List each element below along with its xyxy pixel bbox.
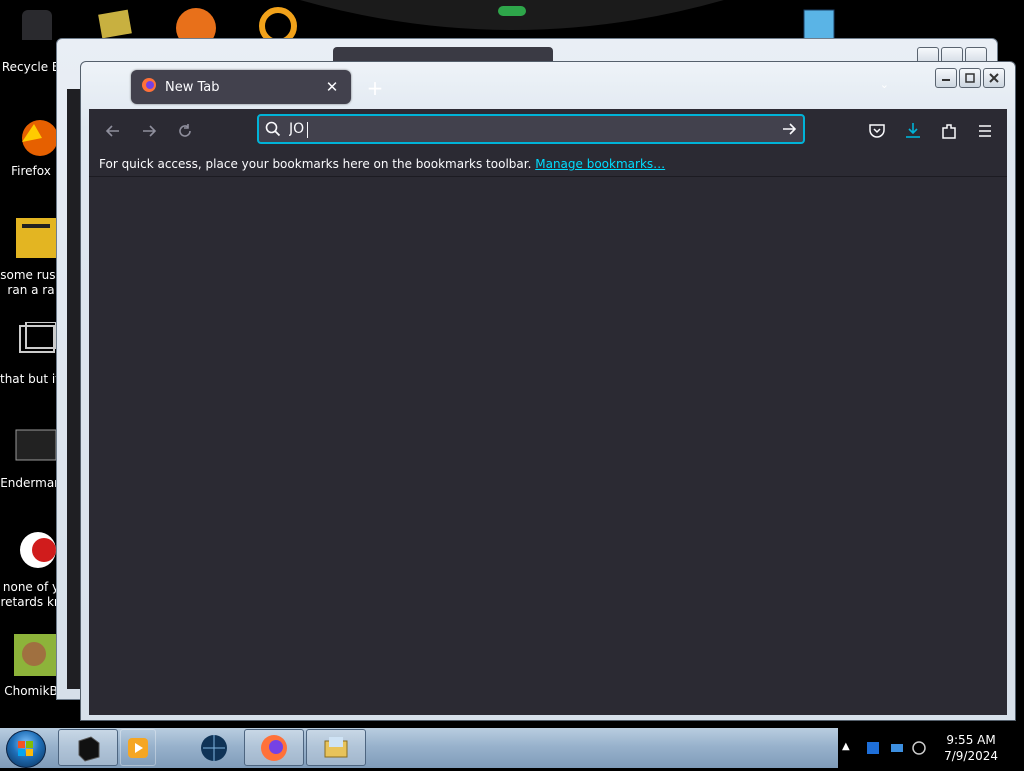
download-icon	[906, 123, 920, 138]
back-arrow-icon	[105, 125, 119, 137]
firefox-icon	[14, 114, 58, 158]
media-player-icon	[128, 737, 148, 758]
puzzle-icon	[942, 124, 956, 139]
forward-button[interactable]	[139, 121, 159, 141]
desktop-icon-label: Recycle B	[1, 60, 61, 74]
taskbar-app-cube[interactable]	[58, 729, 118, 766]
firefox-window: New Tab ✕ + ⌄ JO For quick access, place…	[80, 61, 1016, 721]
desktop-icon-label: Enderman	[0, 476, 62, 490]
clock[interactable]: 9:55 AM 7/9/2024	[944, 732, 998, 764]
forward-arrow-icon	[143, 125, 157, 137]
desktop-icon-label: some russ ran a ra	[0, 268, 62, 297]
maximize-button[interactable]	[959, 68, 981, 88]
monitor-icon	[14, 426, 58, 470]
text-caret	[307, 122, 308, 138]
go-arrow-icon[interactable]	[781, 121, 797, 141]
start-button[interactable]	[6, 730, 46, 768]
tab-close-icon[interactable]: ✕	[323, 78, 341, 96]
desktop-icon-label: ChomikB	[4, 684, 58, 698]
close-icon	[989, 73, 999, 83]
opera-icon	[14, 530, 58, 574]
url-bar[interactable]	[257, 114, 805, 144]
menu-button[interactable]	[975, 121, 995, 141]
folder-windows-icon	[324, 736, 348, 757]
stacked-windows-icon	[14, 321, 58, 366]
taskbar-app-firefox[interactable]	[244, 729, 304, 766]
taskbar: ▲ 9:55 AM 7/9/2024	[0, 728, 1024, 768]
clock-date: 7/9/2024	[944, 749, 998, 763]
bookmarks-hint-text: For quick access, place your bookmarks h…	[99, 157, 532, 171]
desktop-icon-label: Firefox	[11, 164, 51, 178]
browser-content: For quick access, place your bookmarks h…	[89, 109, 1007, 715]
cube-app-icon	[78, 735, 100, 762]
nav-bar	[89, 109, 1007, 151]
network-icon[interactable]	[890, 740, 904, 754]
windows-logo-icon	[18, 741, 33, 756]
close-button[interactable]	[983, 68, 1005, 88]
window-controls	[935, 68, 1005, 88]
hamburger-menu-icon	[979, 125, 991, 137]
reload-button[interactable]	[175, 121, 195, 141]
taskbar-app-media-player[interactable]	[120, 729, 156, 766]
firefox-icon	[261, 734, 287, 761]
recycle-bin-icon	[14, 10, 58, 54]
bookmarks-toolbar: For quick access, place your bookmarks h…	[89, 151, 1007, 177]
globe-icon	[201, 734, 227, 761]
downloads-button[interactable]	[903, 121, 923, 141]
volume-icon[interactable]	[912, 740, 926, 755]
firefox-icon	[141, 77, 157, 97]
pocket-icon	[869, 124, 885, 138]
taskbar-app-globe[interactable]	[184, 729, 244, 766]
extensions-button[interactable]	[939, 121, 959, 141]
system-tray: ▲ 9:55 AM 7/9/2024	[838, 728, 1024, 768]
minimize-icon	[942, 79, 950, 81]
tab-new-tab[interactable]: New Tab ✕	[131, 70, 351, 104]
clock-time: 9:55 AM	[946, 733, 996, 747]
pocket-button[interactable]	[867, 121, 887, 141]
new-tab-button[interactable]: +	[365, 76, 385, 100]
url-input[interactable]	[289, 119, 769, 139]
hamster-app-icon	[14, 634, 58, 678]
taskbar-app-explorer[interactable]	[306, 729, 366, 766]
minimize-button[interactable]	[935, 68, 957, 88]
back-button[interactable]	[103, 121, 123, 141]
text-document-icon	[14, 218, 58, 262]
manage-bookmarks-link[interactable]: Manage bookmarks…	[535, 157, 665, 171]
list-all-tabs-icon[interactable]: ⌄	[880, 78, 889, 91]
desktop-icon-label: none of y retards kn	[0, 580, 62, 609]
tray-app-icon[interactable]	[866, 740, 880, 754]
maximize-icon	[965, 73, 975, 83]
show-hidden-icons-icon[interactable]: ▲	[842, 741, 856, 755]
reload-icon	[179, 124, 191, 137]
tab-strip: New Tab ✕ + ⌄	[81, 62, 1015, 110]
search-icon	[265, 121, 281, 141]
desktop-icon-label: that but its	[0, 372, 62, 386]
tab-title: New Tab	[165, 79, 220, 95]
